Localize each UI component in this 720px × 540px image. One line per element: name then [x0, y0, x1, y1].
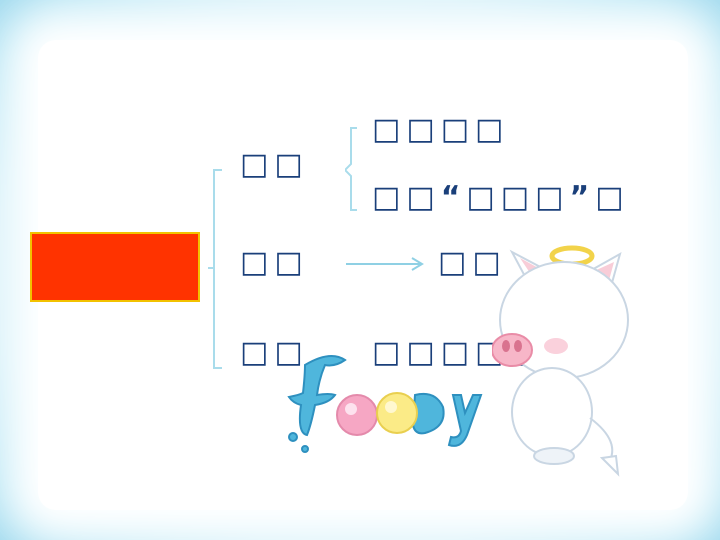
arrow-icon: [346, 257, 424, 271]
branch1-sub2-post: □: [595, 180, 630, 215]
pig-mascot: [492, 245, 629, 477]
branch1-sub2-pre: □□: [372, 180, 441, 215]
branch1-label: □□: [240, 147, 309, 182]
fooby-logo: [287, 355, 483, 453]
branch2-label: □□: [240, 245, 309, 280]
sub-bracket: [345, 127, 357, 211]
branch1-sub2-quoted: □□□: [466, 180, 570, 215]
branch1-sub2: □□“□□□”□: [372, 183, 630, 213]
branch1-sub1: □□□□: [372, 112, 510, 147]
title-box[interactable]: [30, 232, 200, 302]
quote-open: “: [440, 180, 467, 215]
quote-close: ”: [569, 180, 596, 215]
